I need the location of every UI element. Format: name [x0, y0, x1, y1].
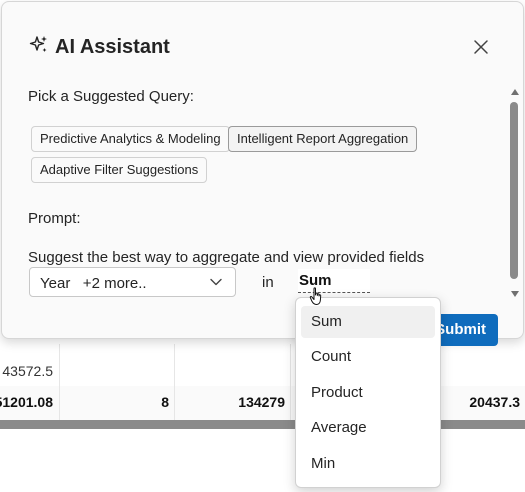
option-sum[interactable]: Sum [301, 306, 435, 338]
sparkle-icon [29, 36, 47, 52]
fields-select[interactable]: Year +2 more.. [29, 267, 236, 297]
suggested-query-label: Pick a Suggested Query: [28, 88, 194, 105]
table-cell[interactable] [174, 344, 291, 386]
prompt-text: Suggest the best way to aggregate and vi… [28, 249, 425, 266]
vertical-scrollbar-thumb[interactable] [510, 102, 518, 279]
cell-value: 51201.08 [0, 394, 53, 410]
table-cell[interactable]: 8 [59, 386, 175, 420]
option-min[interactable]: Min [301, 448, 435, 480]
cell-value: 134279 [238, 394, 285, 410]
in-label: in [262, 274, 274, 291]
dialog-title: AI Assistant [55, 36, 170, 58]
scroll-down-icon[interactable] [510, 290, 520, 298]
option-average[interactable]: Average [301, 412, 435, 444]
suggestion-chip[interactable]: Intelligent Report Aggregation [228, 126, 418, 152]
option-product[interactable]: Product [301, 377, 435, 409]
cell-value: 43572.5 [2, 363, 53, 379]
cell-value: 8 [161, 394, 169, 410]
option-count[interactable]: Count [301, 341, 435, 373]
hand-cursor-icon [309, 287, 322, 305]
chevron-down-icon [210, 278, 222, 286]
horizontal-scrollbar-thumb[interactable] [0, 420, 525, 429]
cell-value: 20437.3 [469, 394, 520, 410]
table-cell[interactable]: 134279 [174, 386, 291, 420]
horizontal-scrollbar[interactable] [0, 420, 525, 429]
suggestion-chip[interactable]: Predictive Analytics & Modeling [31, 126, 230, 152]
aggregation-dropdown: Sum Count Product Average Min [295, 297, 441, 488]
table-cell[interactable] [59, 344, 175, 386]
ai-assistant-dialog: AI Assistant Pick a Suggested Query: Pre… [1, 1, 524, 346]
scroll-up-icon[interactable] [510, 88, 520, 96]
table-cell[interactable]: 43572.5 [0, 344, 59, 386]
suggestion-chip[interactable]: Adaptive Filter Suggestions [31, 157, 208, 183]
table-row: 51201.08 8 134279 20437.3 [0, 386, 525, 421]
table-row: 43572.5 [0, 344, 525, 387]
fields-select-value: Year +2 more.. [40, 275, 147, 292]
table-cell[interactable]: 51201.08 [0, 386, 59, 420]
close-icon[interactable] [472, 38, 490, 56]
prompt-label: Prompt: [28, 210, 81, 227]
